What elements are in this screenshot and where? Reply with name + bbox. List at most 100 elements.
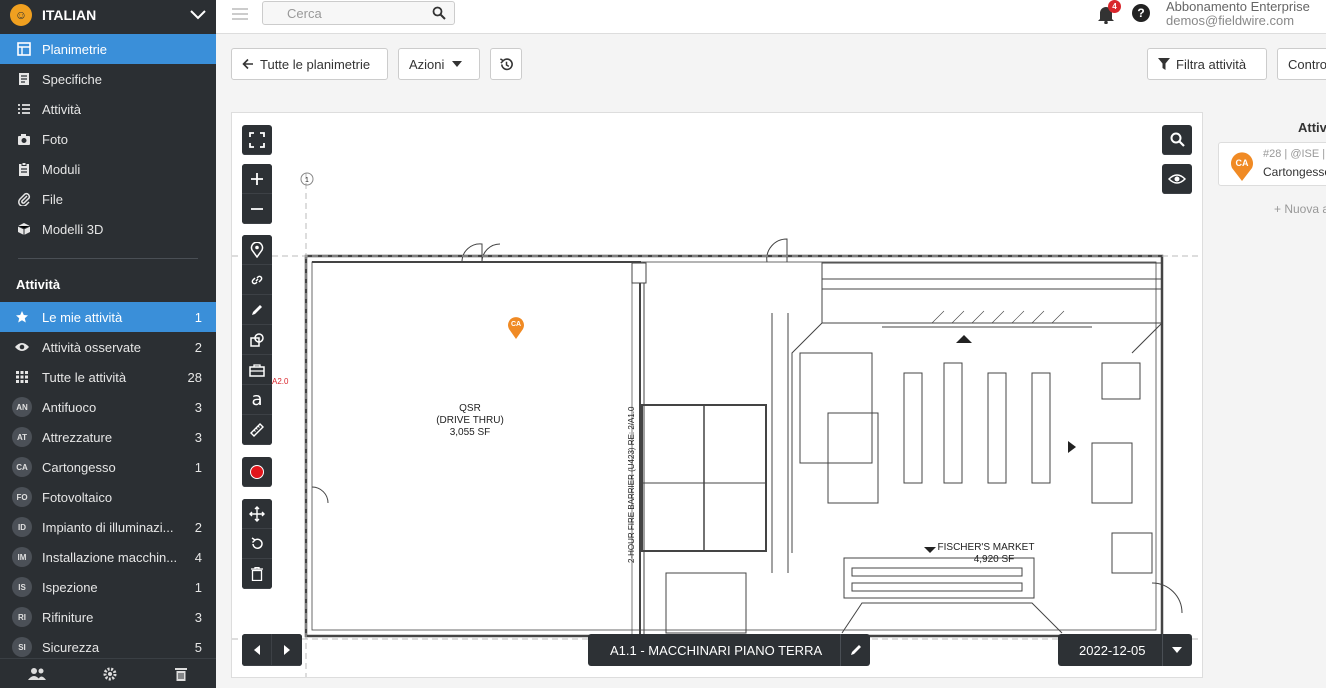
pin-tool[interactable] — [242, 235, 272, 265]
nav-item-moduli[interactable]: Moduli — [0, 154, 216, 184]
fire-barrier-label: 2-HOUR FIRE BARRIER (U423) RE: 2/A1.0 — [627, 406, 636, 563]
task-label: Attività osservate — [42, 339, 141, 355]
search-input[interactable]: Cerca — [262, 1, 455, 25]
ruler-icon — [250, 422, 264, 437]
task-label: Rifiniture — [42, 609, 94, 625]
task-item-rifiniture[interactable]: RI Rifiniture 3 — [0, 602, 216, 632]
task-item-attrezzature[interactable]: AT Attrezzature 3 — [0, 422, 216, 452]
plan-viewer[interactable]: 1 A2.0 QSR (DRIVE THRU) 3,055 SF FISCHER… — [231, 112, 1203, 678]
prev-sheet-button[interactable] — [242, 634, 272, 666]
pen-tool[interactable] — [242, 295, 272, 325]
back-to-plans-button[interactable]: Tutte le planimetrie — [231, 48, 388, 80]
actions-dropdown[interactable]: Azioni — [398, 48, 480, 80]
task-card[interactable]: CA #28 | @ISE | A Cartongesso — [1218, 142, 1326, 186]
trash-icon — [251, 566, 263, 581]
category-badge: AT — [12, 427, 32, 447]
new-task-link[interactable]: + Nuova a — [1274, 202, 1326, 216]
visibility-group — [1162, 164, 1192, 194]
task-meta: #28 | @ISE | A — [1263, 148, 1326, 160]
team-icon[interactable] — [28, 667, 46, 681]
task-count: 2 — [194, 339, 202, 355]
rotate-tool[interactable] — [242, 529, 272, 559]
trash-icon[interactable] — [174, 666, 188, 682]
search-plan-button[interactable] — [1162, 125, 1192, 155]
task-count: 3 — [194, 609, 202, 625]
task-item-ispezione[interactable]: IS Ispezione 1 — [0, 572, 216, 602]
nav-item-attivita[interactable]: Attività — [0, 94, 216, 124]
red-color-swatch-icon — [250, 464, 264, 479]
task-item-watched[interactable]: Attività osservate 2 — [0, 332, 216, 362]
sheet-pager — [242, 634, 302, 666]
task-item-cartongesso[interactable]: CA Cartongesso 1 — [0, 452, 216, 482]
task-list: Le mie attività 1 Attività osservate 2 T… — [0, 302, 216, 662]
right-tools-group — [1162, 125, 1192, 155]
menu-icon[interactable] — [232, 7, 248, 21]
edit-sheet-button[interactable] — [840, 634, 870, 666]
pencil-icon — [252, 304, 262, 315]
settings-gear-icon[interactable] — [102, 666, 118, 682]
history-icon — [499, 57, 513, 70]
eye-icon — [12, 337, 32, 357]
delete-tool[interactable] — [242, 559, 272, 589]
controls-button[interactable]: Contro — [1277, 48, 1326, 80]
next-sheet-button[interactable] — [272, 634, 302, 666]
sheet-date[interactable]: 2022-12-05 — [1058, 643, 1162, 658]
visibility-button[interactable] — [1162, 164, 1192, 194]
sheet-name[interactable]: A1.1 - MACCHINARI PIANO TERRA — [588, 643, 840, 658]
zoom-in-button[interactable] — [242, 164, 272, 194]
measure-tool[interactable] — [242, 415, 272, 445]
filter-tasks-button[interactable]: Filtra attività — [1147, 48, 1267, 80]
color-picker[interactable] — [242, 457, 272, 487]
nav-item-foto[interactable]: Foto — [0, 124, 216, 154]
task-item-antifuoco[interactable]: AN Antifuoco 3 — [0, 392, 216, 422]
sheet-name-bar: A1.1 - MACCHINARI PIANO TERRA — [588, 634, 871, 666]
task-label: Le mie attività — [42, 309, 123, 325]
text-tool[interactable]: a — [242, 385, 272, 415]
filter-label: Filtra attività — [1176, 56, 1247, 72]
shapes-tool[interactable] — [242, 325, 272, 355]
nav-label: Modelli 3D — [42, 221, 104, 237]
nav-item-file[interactable]: File — [0, 184, 216, 214]
task-count: 2 — [194, 519, 202, 535]
help-icon[interactable]: ? — [1132, 4, 1150, 22]
task-count: 1 — [194, 309, 202, 325]
task-label: Tutte le attività — [42, 369, 127, 385]
room-label-qsr: QSR — [459, 403, 481, 414]
move-tool[interactable] — [242, 499, 272, 529]
category-badge: IM — [12, 547, 32, 567]
text-icon: a — [251, 389, 263, 410]
category-badge: ID — [12, 517, 32, 537]
project-name: ITALIAN — [42, 7, 97, 23]
search-placeholder: Cerca — [287, 5, 322, 21]
chevron-down-icon[interactable] — [190, 10, 206, 20]
clipboard-icon — [16, 161, 32, 177]
nav-item-planimetrie[interactable]: Planimetrie — [0, 34, 216, 64]
task-label: Antifuoco — [42, 399, 97, 415]
task-item-installazione[interactable]: IM Installazione macchin... 4 — [0, 542, 216, 572]
list-icon — [16, 101, 32, 117]
eye-icon — [1168, 173, 1186, 184]
history-button[interactable] — [490, 48, 522, 80]
version-dropdown-button[interactable] — [1161, 634, 1192, 666]
task-count: 4 — [194, 549, 202, 565]
account-info[interactable]: Abbonamento Enterprise demos@fieldwire.c… — [1166, 0, 1326, 28]
task-item-all[interactable]: Tutte le attività 28 — [0, 362, 216, 392]
task-item-my-tasks[interactable]: Le mie attività 1 — [0, 302, 216, 332]
arrow-left-icon — [242, 58, 254, 70]
search-icon[interactable] — [432, 6, 446, 20]
project-selector[interactable]: ☺ ITALIAN — [0, 0, 216, 30]
task-label: Installazione macchin... — [42, 549, 178, 565]
toolbox-tool[interactable] — [242, 355, 272, 385]
zoom-group — [242, 164, 272, 224]
nav-item-specifiche[interactable]: Specifiche — [0, 64, 216, 94]
task-item-illuminazione[interactable]: ID Impianto di illuminazi... 2 — [0, 512, 216, 542]
task-item-fotovoltaico[interactable]: FO Fotovoltaico — [0, 482, 216, 512]
cube-icon — [16, 221, 32, 237]
nav-item-modelli-3d[interactable]: Modelli 3D — [0, 214, 216, 244]
task-pin-marker[interactable]: CA — [507, 317, 525, 339]
task-label: Ispezione — [42, 579, 98, 595]
link-tool[interactable] — [242, 265, 272, 295]
fullscreen-button[interactable] — [242, 125, 272, 155]
task-label: Cartongesso — [42, 459, 116, 475]
zoom-out-button[interactable] — [242, 194, 272, 224]
